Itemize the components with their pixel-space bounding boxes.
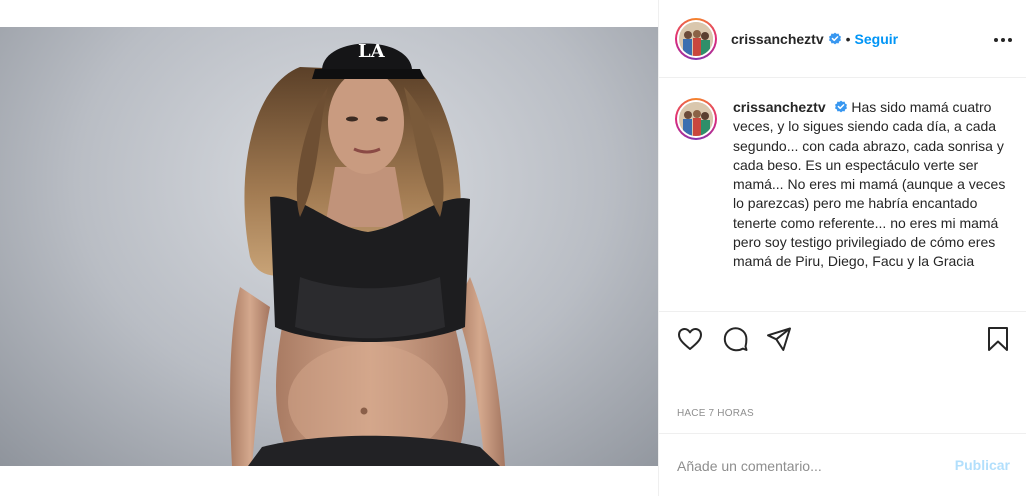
post-sidebar: crissancheztv • Seguir crissancheztv Has… [658,0,1026,496]
caption-text: Has sido mamá cuatro veces, y lo sigues … [733,99,1006,270]
caption-username[interactable]: crissancheztv [733,99,826,115]
caption-text-block: crissancheztv Has sido mamá cuatro veces… [733,98,1011,272]
comment-bar: Publicar [659,433,1026,496]
post-media[interactable]: LA [0,0,658,496]
author-username[interactable]: crissancheztv [731,31,824,47]
avatar-image [679,21,713,56]
verified-badge-icon [828,32,841,44]
post-caption: crissancheztv Has sido mamá cuatro veces… [659,79,1026,311]
avatar-image [679,102,713,136]
author-avatar[interactable] [675,17,717,60]
follow-button[interactable]: Seguir [855,31,899,47]
bookmark-icon[interactable] [984,325,1012,353]
verified-badge-icon [834,100,847,113]
post-actions [659,311,1026,366]
post-timestamp[interactable]: HACE 7 HORAS [677,408,754,419]
cap-logo-text: LA [358,41,386,62]
separator-dot: • [845,30,851,47]
photo-illustration: LA [230,41,505,466]
more-options-icon[interactable] [991,28,1015,52]
comment-bubble-icon[interactable] [721,325,749,353]
comment-input[interactable] [677,454,937,478]
caption-author-avatar[interactable] [675,98,717,140]
publish-button[interactable]: Publicar [955,457,1010,473]
heart-icon[interactable] [676,325,704,353]
post-header: crissancheztv • Seguir [659,0,1026,78]
paper-plane-icon[interactable] [765,325,793,353]
post-photo[interactable]: LA [0,27,658,466]
